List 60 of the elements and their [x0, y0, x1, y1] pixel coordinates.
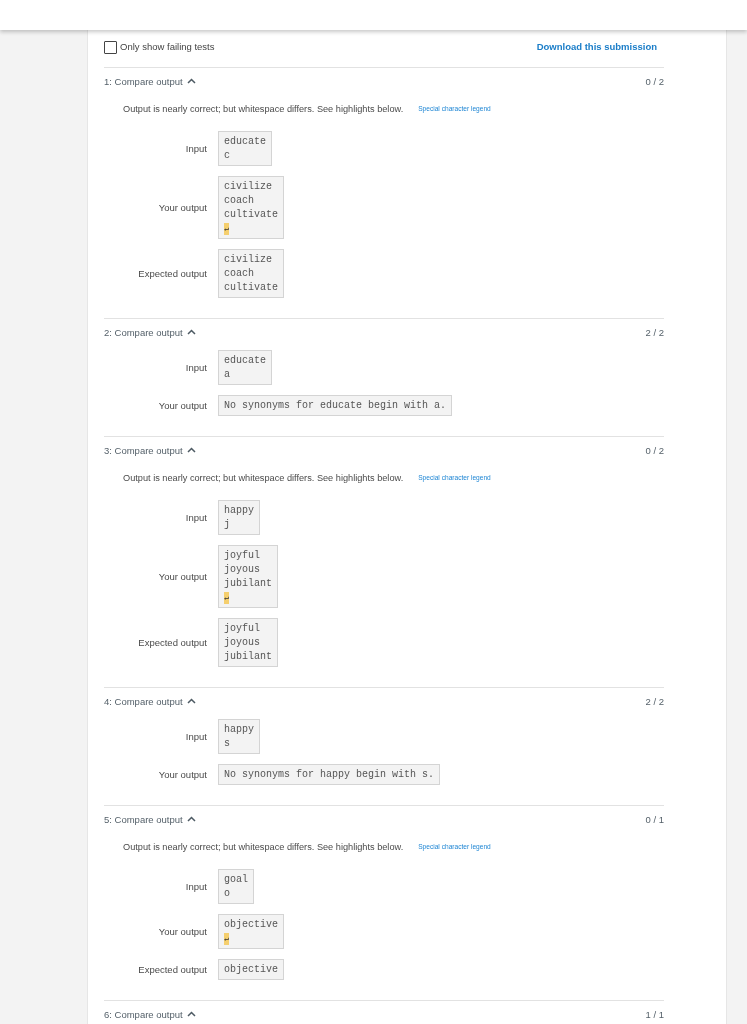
section-toggle[interactable]: 3: Compare output: [104, 444, 196, 457]
field-label: Your output: [157, 925, 207, 938]
code-line: civilize: [224, 253, 273, 267]
code-line: s: [224, 737, 231, 751]
score-text: 1 / 1: [645, 1008, 664, 1021]
section-toggle[interactable]: 5: Compare output: [104, 813, 196, 826]
code-line: civilize: [224, 180, 273, 194]
status-message: Output is nearly correct; but whitespace differs. See highlights below.: [123, 841, 404, 853]
code-line: cultivate: [224, 208, 278, 222]
field-label: Input: [184, 511, 207, 524]
code-line: coach: [224, 194, 255, 208]
code-line: o: [224, 887, 231, 901]
download-link[interactable]: Download this submission: [536, 41, 657, 53]
code-line: No synonyms for happy begin with s.: [224, 768, 435, 782]
code-line: a: [224, 368, 231, 382]
code-line: No synonyms for educate begin with a.: [224, 399, 447, 413]
section-toggle[interactable]: 1: Compare output: [104, 75, 196, 88]
code-line: joyous: [224, 636, 261, 650]
code-line: objective: [224, 963, 278, 977]
code-line: joyful: [224, 549, 261, 563]
newline-marker: ↵: [224, 592, 229, 604]
code-line: joyous: [224, 563, 261, 577]
code-line: jubilant: [224, 650, 272, 664]
field-label: Input: [184, 361, 207, 374]
score-text: 0 / 1: [645, 813, 664, 826]
field-label: Your output: [157, 201, 207, 214]
checkbox[interactable]: [104, 40, 117, 54]
section-toggle[interactable]: 6: Compare output: [104, 1008, 196, 1021]
score-text: 0 / 2: [645, 75, 664, 88]
code-line: educate: [224, 354, 266, 368]
field-label: Expected output: [137, 963, 207, 976]
code-line: c: [224, 149, 231, 163]
code-line: happy: [224, 723, 254, 737]
code-line: happy: [224, 504, 254, 518]
field-label: Input: [184, 880, 207, 893]
field-label: Input: [184, 730, 207, 743]
newline-marker: ↵: [224, 223, 229, 235]
code-line: coach: [224, 267, 255, 281]
section-toggle[interactable]: 4: Compare output: [104, 695, 196, 708]
code-line: educate: [224, 135, 266, 149]
field-label: Your output: [157, 570, 207, 583]
checkbox-label[interactable]: Only show failing tests: [120, 41, 215, 53]
section-toggle[interactable]: 2: Compare output: [104, 326, 196, 339]
code-line: objective: [224, 918, 278, 932]
field-label: Input: [184, 142, 207, 155]
code-line: cultivate: [224, 281, 278, 295]
code-line: j: [224, 518, 231, 532]
field-label: Expected output: [137, 267, 207, 280]
score-text: 0 / 2: [645, 444, 664, 457]
field-label: Your output: [157, 768, 207, 781]
code-line: jubilant: [224, 577, 272, 591]
field-label: Your output: [157, 399, 207, 412]
score-text: 2 / 2: [645, 695, 664, 708]
newline-marker: ↵: [224, 933, 229, 945]
code-line: joyful: [224, 622, 261, 636]
code-line: goal: [224, 873, 248, 887]
score-text: 2 / 2: [645, 326, 664, 339]
status-message: Output is nearly correct; but whitespace differs. See highlights below.: [123, 472, 404, 484]
status-message: Output is nearly correct; but whitespace differs. See highlights below.: [123, 103, 404, 115]
field-label: Expected output: [137, 636, 207, 649]
